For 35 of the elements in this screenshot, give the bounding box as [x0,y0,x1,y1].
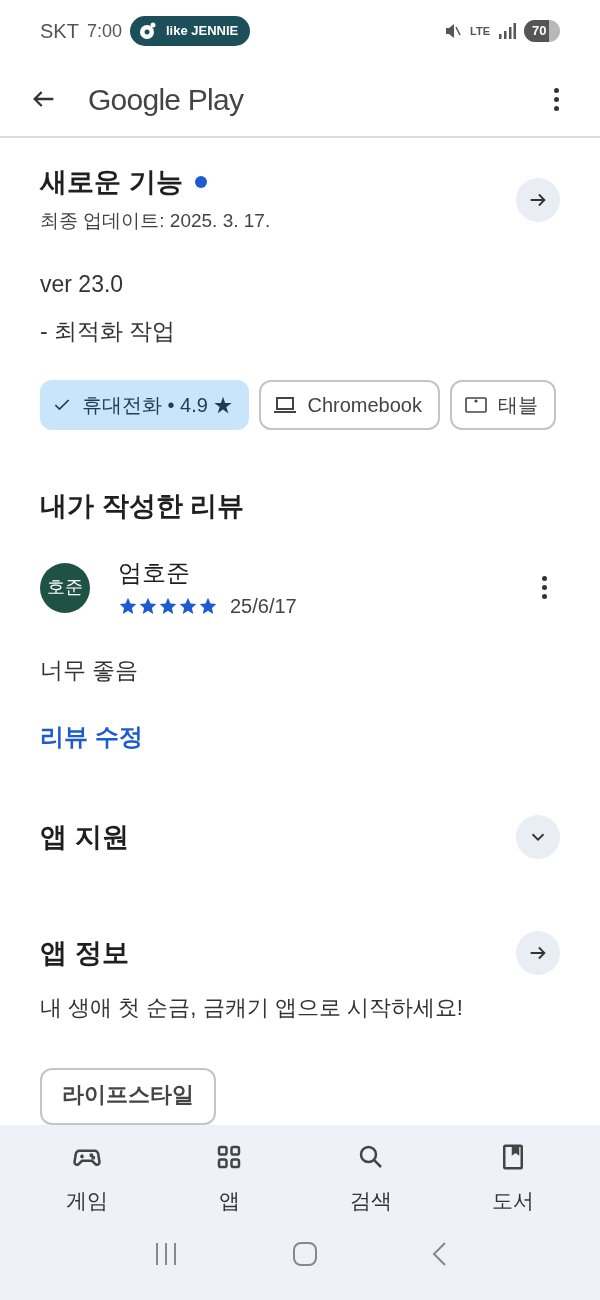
clock-text: 7:00 [86,19,122,43]
release-note-line: ver 23.0 [40,270,125,299]
avatar: 호준 [40,562,90,613]
device-chip[interactable]: 태블 [450,380,556,430]
music-disc-icon [137,21,158,41]
nav-tab[interactable]: 앱 [179,1141,279,1217]
edit-review-link[interactable]: 리뷰 수정 [40,719,143,755]
laptop-icon [273,395,298,415]
nav-tab[interactable]: 게임 [37,1141,137,1217]
battery-indicator: 70 [524,20,560,42]
now-playing-text: like JENNIE [165,22,240,41]
tablet-icon [464,395,488,415]
nav-tab[interactable]: 도서 [463,1141,563,1217]
device-chip[interactable]: Chromebook [259,380,440,430]
section-title: 앱 정보 [40,936,129,970]
open-app-info-button[interactable] [516,931,560,975]
release-note-line: - 최적화 작업 [40,316,177,346]
mute-icon [444,22,463,40]
network-text: LTE [470,23,490,39]
now-playing-pill[interactable]: like JENNIE [129,16,251,46]
app-title: Google Play [88,81,244,118]
section-title: 내가 작성한 리뷰 [40,490,245,523]
carrier-text: SKT [40,19,79,44]
section-title: 앱 지원 [40,820,129,854]
home-icon[interactable] [292,1240,318,1267]
nav-tab[interactable]: 검색 [321,1141,421,1217]
updated-date: 최종 업데이트: 2025. 3. 17. [40,208,272,233]
review-date: 25/6/17 [230,593,297,619]
review-text: 너무 좋음 [40,655,140,685]
device-chip[interactable]: 휴대전화 • 4.9 ★ [40,380,250,430]
app-description: 내 생애 첫 순금, 금캐기 앱으로 시작하세요! [40,994,464,1022]
section-title: 새로운 기능 [40,166,183,199]
open-whats-new-button[interactable] [516,178,560,222]
signal-icon [498,22,516,40]
reviewer-name: 엄호준 [118,557,191,588]
